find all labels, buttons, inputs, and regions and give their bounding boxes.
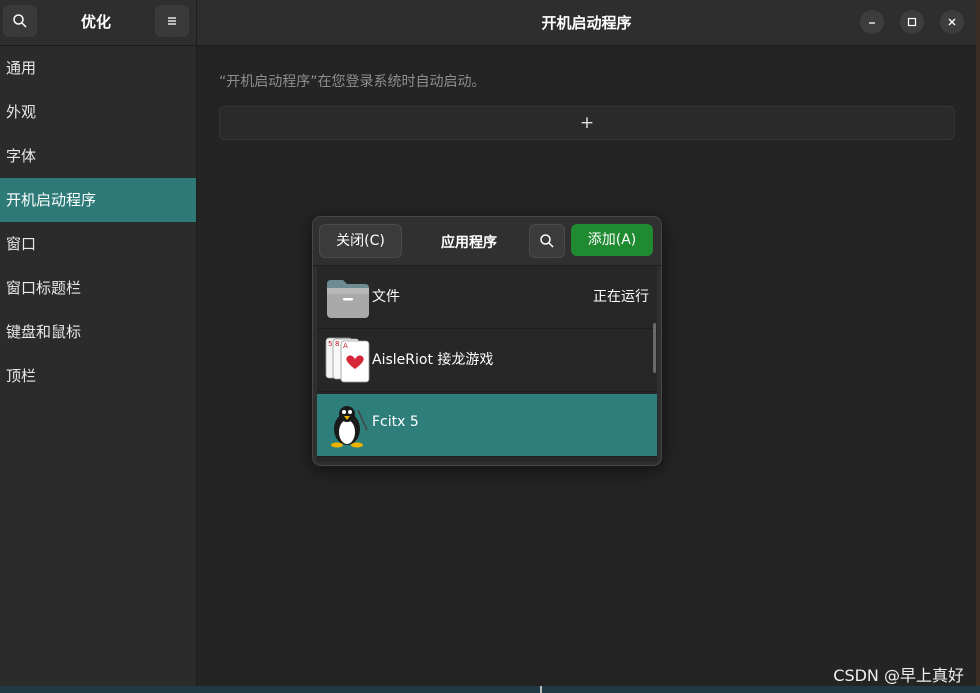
- app-list: 文件 正在运行 5 8 A AisleRiot 接龙游戏 Fcitx 5: [317, 266, 657, 462]
- maximize-icon: [907, 17, 917, 27]
- list-item-aisleriot[interactable]: 5 8 A AisleRiot 接龙游戏: [317, 329, 657, 392]
- main-header: 开机启动程序: [197, 0, 976, 46]
- sidebar-item-windows[interactable]: 窗口: [0, 222, 196, 266]
- list-item-fcitx5[interactable]: Fcitx 5: [317, 394, 657, 457]
- minimize-button[interactable]: [860, 10, 884, 34]
- maximize-button[interactable]: [900, 10, 924, 34]
- dialog-close-button[interactable]: 关闭(C): [319, 224, 402, 258]
- playing-cards-icon: 5 8 A: [325, 337, 370, 383]
- hamburger-menu-icon: [168, 17, 176, 25]
- app-name: AisleRiot 接龙游戏: [372, 352, 494, 368]
- folder-icon: [327, 280, 369, 318]
- search-icon: [540, 234, 554, 248]
- sidebar-header: 优化: [0, 0, 196, 46]
- add-startup-app-button[interactable]: +: [219, 106, 955, 140]
- dialog-search-button[interactable]: [529, 224, 565, 258]
- running-status: 正在运行: [593, 289, 649, 305]
- desktop-bottom-strip: [0, 686, 980, 693]
- sidebar-item-general[interactable]: 通用: [0, 46, 196, 90]
- applications-dialog: 关闭(C) 应用程序 添加(A) 文件 正在运行 5 8 A AisleRiot…: [312, 216, 662, 466]
- close-icon: [948, 18, 956, 26]
- minimize-icon: [869, 22, 875, 24]
- watermark: CSDN @早上真好: [833, 666, 964, 685]
- sidebar-item-window-titlebars[interactable]: 窗口标题栏: [0, 266, 196, 310]
- close-button[interactable]: [940, 10, 964, 34]
- app-name: Fcitx 5: [372, 414, 419, 430]
- sidebar-item-appearance[interactable]: 外观: [0, 90, 196, 134]
- sidebar-item-keyboard-mouse[interactable]: 键盘和鼠标: [0, 310, 196, 354]
- desktop-edge: [976, 0, 980, 693]
- sidebar: 优化 通用 外观 字体 开机启动程序 窗口 窗口标题栏 键盘和鼠标 顶栏: [0, 0, 197, 686]
- search-icon: [13, 14, 27, 28]
- app-name: 文件: [372, 289, 400, 305]
- sidebar-item-top-bar[interactable]: 顶栏: [0, 354, 196, 398]
- startup-description: “开机启动程序”在您登录系统时自动启动。: [219, 74, 486, 90]
- taskbar-separator: [540, 686, 542, 693]
- svg-text:8: 8: [335, 340, 339, 348]
- menu-button[interactable]: [155, 5, 189, 37]
- sidebar-nav: 通用 外观 字体 开机启动程序 窗口 窗口标题栏 键盘和鼠标 顶栏: [0, 46, 196, 398]
- sidebar-item-fonts[interactable]: 字体: [0, 134, 196, 178]
- list-scrollbar[interactable]: [653, 323, 656, 373]
- svg-text:A: A: [343, 342, 348, 350]
- sidebar-item-startup-applications[interactable]: 开机启动程序: [0, 178, 196, 222]
- sidebar-title: 优化: [80, 13, 111, 31]
- penguin-icon: [331, 406, 368, 448]
- dialog-add-button[interactable]: 添加(A): [571, 224, 653, 256]
- svg-text:5: 5: [328, 340, 332, 348]
- search-button[interactable]: [3, 5, 37, 37]
- dialog-header: 关闭(C) 应用程序 添加(A): [313, 217, 661, 266]
- list-item-files[interactable]: 文件 正在运行: [317, 266, 657, 329]
- dialog-title: 应用程序: [441, 235, 497, 251]
- plus-icon: +: [579, 113, 595, 133]
